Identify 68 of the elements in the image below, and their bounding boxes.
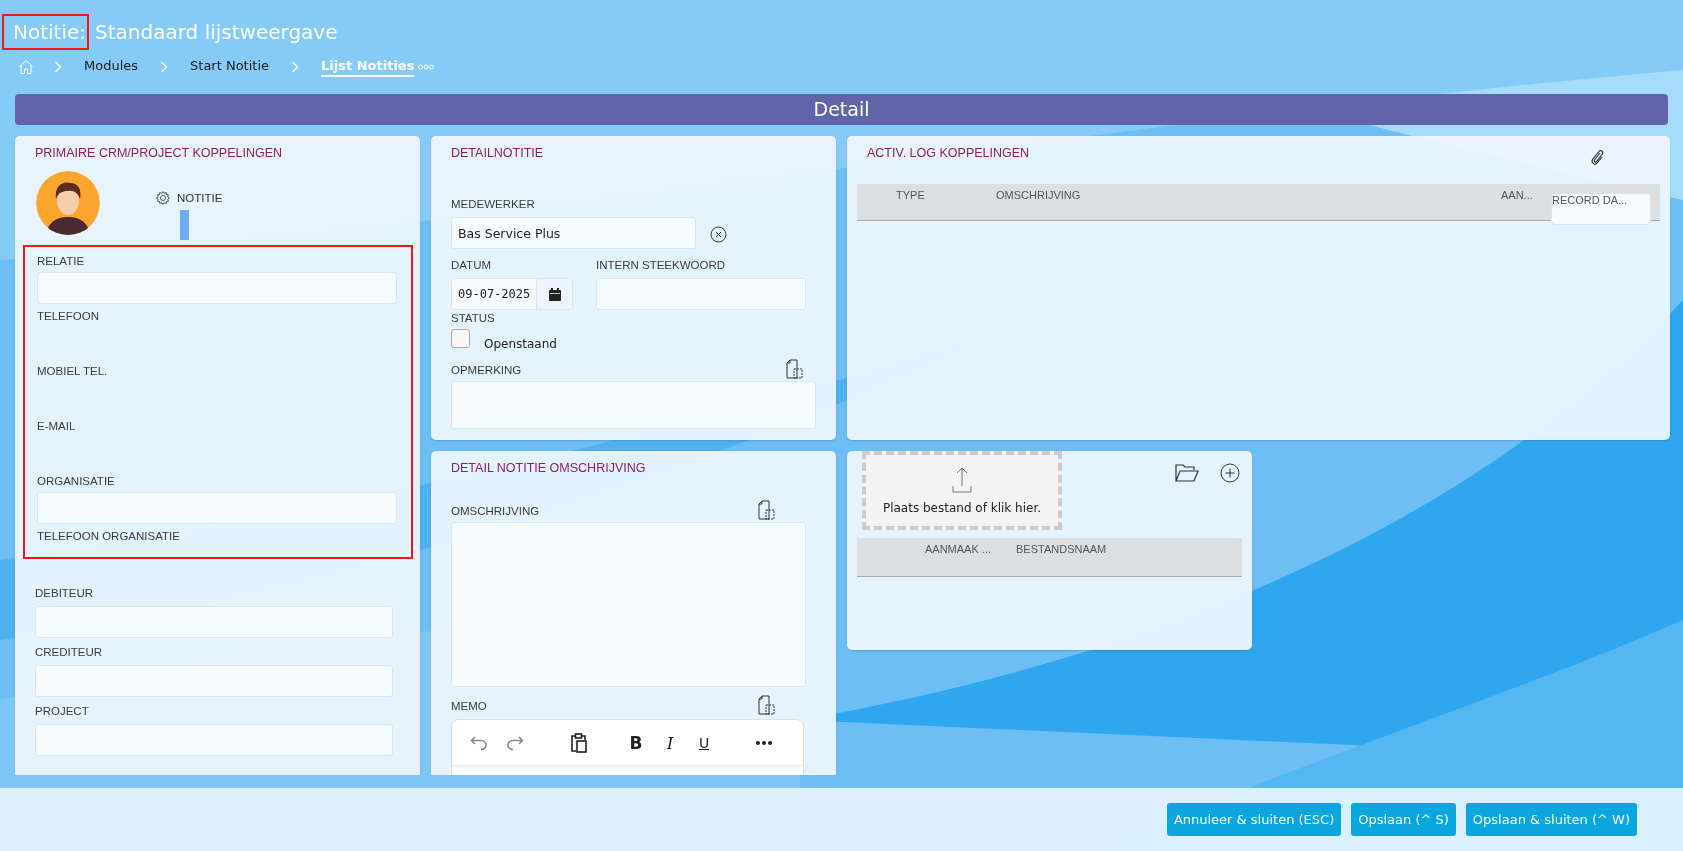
column-header[interactable]: OMSCHRIJVING bbox=[996, 189, 1501, 201]
column-header[interactable]: AANMAAK ... bbox=[925, 543, 1016, 555]
column-header[interactable]: AAN... bbox=[1501, 189, 1551, 201]
card-heading: PRIMAIRE CRM/PROJECT KOPPELINGEN bbox=[34, 146, 284, 160]
more-icon[interactable] bbox=[756, 740, 772, 745]
date-field[interactable]: 09-07-2025 bbox=[451, 278, 573, 310]
checkbox-label: Openstaand bbox=[484, 337, 557, 351]
page-title: Standaard lijstweergave bbox=[95, 20, 338, 44]
gear-icon[interactable] bbox=[155, 190, 171, 206]
tab-label[interactable]: NOTITIE bbox=[177, 192, 223, 204]
input-field[interactable] bbox=[596, 278, 806, 310]
field-label: STATUS bbox=[451, 311, 496, 326]
field-label: TELEFOON ORGANISATIE bbox=[37, 529, 181, 544]
field-label: MEMO bbox=[451, 699, 487, 714]
card-heading: DETAILNOTITIE bbox=[451, 146, 545, 160]
field-label: OMSCHRIJVING bbox=[451, 504, 540, 519]
checkbox[interactable] bbox=[451, 329, 470, 348]
calendar-icon[interactable] bbox=[548, 287, 561, 301]
clear-icon[interactable] bbox=[710, 225, 727, 243]
field-label: DATUM bbox=[451, 258, 493, 273]
upload-icon bbox=[952, 466, 972, 493]
chevron-icon bbox=[54, 61, 62, 73]
section-bar: Detail bbox=[15, 94, 1668, 125]
column-header[interactable]: TYPE bbox=[896, 189, 996, 201]
breadcrumb-link[interactable]: Modules bbox=[84, 57, 139, 77]
field-label: ORGANISATIE bbox=[37, 474, 116, 489]
chevron-icon bbox=[291, 61, 300, 73]
copy-icon[interactable] bbox=[786, 359, 804, 379]
input-field[interactable]: Bas Service Plus bbox=[451, 217, 696, 249]
field-label: E-MAIL bbox=[37, 419, 77, 434]
drop-zone[interactable]: Plaats bestand of klik hier. bbox=[862, 451, 1062, 530]
undo-icon[interactable] bbox=[470, 734, 488, 751]
field-label: INTERN STEEKWOORD bbox=[596, 258, 727, 273]
rich-text-editor[interactable]: B I U bbox=[451, 719, 804, 775]
card-heading: ACTIV. LOG KOPPELINGEN bbox=[867, 146, 1030, 162]
add-icon[interactable] bbox=[1220, 463, 1240, 483]
redo-icon[interactable] bbox=[506, 734, 524, 751]
field-label: PROJECT bbox=[35, 704, 90, 719]
field-label: DEBITEUR bbox=[35, 586, 95, 601]
input-field[interactable] bbox=[35, 665, 393, 697]
format-button[interactable]: I bbox=[662, 732, 678, 753]
field-label: TELEFOON bbox=[37, 309, 100, 324]
copy-icon[interactable] bbox=[758, 695, 776, 715]
clipboard-icon[interactable] bbox=[570, 732, 588, 753]
avatar-icon bbox=[36, 171, 100, 235]
module-name: Notitie: bbox=[13, 20, 87, 44]
tab-indicator bbox=[180, 210, 189, 240]
field-label: RELATIE bbox=[37, 254, 86, 269]
column-header[interactable]: BESTANDSNAAM bbox=[1016, 543, 1107, 555]
breadcrumb-link[interactable]: Start Notitie bbox=[190, 57, 270, 77]
input-field[interactable] bbox=[37, 492, 397, 524]
input-field[interactable] bbox=[35, 724, 393, 756]
field-label: OPMERKING bbox=[451, 363, 522, 378]
format-button[interactable]: U bbox=[696, 734, 712, 751]
field-label: CREDITEUR bbox=[35, 645, 104, 660]
field-value: Bas Service Plus bbox=[458, 225, 561, 241]
chevron-icon bbox=[160, 61, 169, 73]
input-field[interactable] bbox=[37, 272, 397, 304]
card-heading: DETAIL NOTITIE OMSCHRIJVING bbox=[451, 461, 647, 475]
field-label: MOBIEL TEL. bbox=[37, 364, 109, 379]
folder-icon[interactable] bbox=[1175, 463, 1199, 483]
column-header[interactable]: RECORD DA... bbox=[1551, 193, 1651, 225]
paperclip-icon[interactable] bbox=[1590, 148, 1604, 166]
input-field[interactable] bbox=[35, 606, 393, 638]
format-button[interactable]: B bbox=[628, 732, 644, 753]
drop-zone-text: Plaats bestand of klik hier. bbox=[882, 500, 1042, 515]
copy-icon[interactable] bbox=[758, 500, 776, 520]
field-label: MEDEWERKER bbox=[451, 197, 536, 212]
